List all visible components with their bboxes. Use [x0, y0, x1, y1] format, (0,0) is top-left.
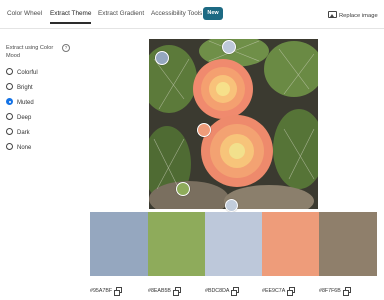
swatch-5[interactable]	[319, 212, 377, 276]
copy-icon[interactable]	[231, 287, 240, 296]
swatch-hex-4[interactable]: #EE9C7A	[262, 287, 296, 296]
hex-value: #8F7F6B	[319, 288, 341, 294]
mood-option-dark[interactable]: Dark	[6, 128, 30, 138]
mood-option-label: None	[17, 145, 32, 151]
image-icon	[328, 11, 337, 18]
color-mood-title: Extract using Color Mood	[6, 45, 54, 59]
swatch-hex-2[interactable]: #8EAB5B	[148, 287, 181, 296]
swatch-4[interactable]	[262, 212, 320, 276]
replace-image-button[interactable]: Replace image	[328, 11, 378, 19]
color-picker-5[interactable]	[225, 199, 238, 212]
radio-checked-icon[interactable]	[6, 98, 13, 105]
swatch-3[interactable]	[205, 212, 263, 276]
copy-icon[interactable]	[287, 287, 296, 296]
top-nav: Color Wheel Extract Theme Extract Gradie…	[0, 0, 384, 29]
lower-flower	[201, 115, 273, 187]
mood-option-label: Colorful	[17, 70, 38, 76]
mood-option-label: Dark	[17, 130, 30, 136]
radio-icon[interactable]	[6, 68, 13, 75]
source-image	[149, 39, 318, 209]
mood-option-colorful[interactable]: Colorful	[6, 68, 38, 78]
hex-value: #95A7BF	[90, 288, 113, 294]
copy-icon[interactable]	[342, 287, 351, 296]
mood-option-label: Bright	[17, 85, 33, 91]
cactus-flower-illustration	[149, 39, 318, 209]
radio-icon[interactable]	[6, 113, 13, 120]
color-picker-4[interactable]	[176, 182, 190, 196]
tab-color-wheel[interactable]: Color Wheel	[7, 10, 42, 17]
info-icon[interactable]: ?	[62, 44, 70, 52]
tab-extract-gradient[interactable]: Extract Gradient	[98, 10, 144, 17]
swatch-hex-1[interactable]: #95A7BF	[90, 287, 123, 296]
replace-image-label: Replace image	[339, 13, 378, 19]
radio-icon[interactable]	[6, 143, 13, 150]
mood-option-label: Muted	[17, 100, 34, 106]
swatch-2[interactable]	[148, 212, 206, 276]
color-picker-2[interactable]	[222, 40, 236, 54]
swatch-hex-3[interactable]: #BDC8DA	[205, 287, 240, 296]
mood-option-none[interactable]: None	[6, 143, 31, 153]
copy-icon[interactable]	[172, 287, 181, 296]
mood-option-label: Deep	[17, 115, 32, 121]
tab-accessibility-tools[interactable]: Accessibility Tools	[151, 10, 202, 17]
hex-value: #8EAB5B	[148, 288, 171, 294]
color-picker-3[interactable]	[197, 123, 211, 137]
radio-icon[interactable]	[6, 128, 13, 135]
swatch-1[interactable]	[90, 212, 148, 276]
hex-value: #EE9C7A	[262, 288, 286, 294]
mood-option-bright[interactable]: Bright	[6, 83, 33, 93]
tab-extract-theme[interactable]: Extract Theme	[50, 10, 92, 24]
radio-icon[interactable]	[6, 83, 13, 90]
mood-option-muted[interactable]: Muted	[6, 98, 34, 108]
new-badge: New	[203, 7, 223, 20]
swatch-hex-5[interactable]: #8F7F6B	[319, 287, 351, 296]
hex-value: #BDC8DA	[205, 288, 230, 294]
copy-icon[interactable]	[114, 287, 123, 296]
color-picker-1[interactable]	[155, 51, 169, 65]
upper-flower	[193, 59, 253, 119]
mood-option-deep[interactable]: Deep	[6, 113, 31, 123]
